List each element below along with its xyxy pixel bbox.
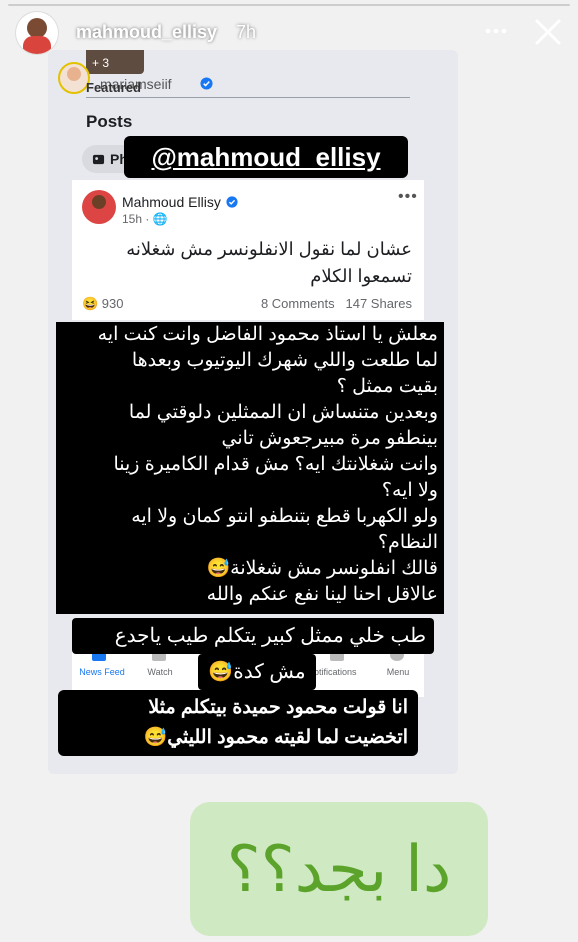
caption-box-2: طب خلي ممثل كبير يتكلم طيب ياجدع (72, 618, 434, 654)
post-reactions[interactable]: 😆 930 (82, 296, 124, 312)
tab-menu[interactable]: Menu (368, 667, 428, 677)
caption-line: اتخضيت لما لقيته محمود الليثي😅 (143, 727, 408, 748)
divider (86, 97, 410, 98)
caption-box-3: مش كدة😅 (198, 654, 316, 690)
photo-icon (92, 154, 105, 165)
mention-text[interactable]: @mahmoud_ellisy (151, 142, 380, 172)
avatar-face (27, 18, 47, 38)
featured-label: Featured (86, 80, 141, 95)
more-options-icon[interactable] (484, 22, 508, 40)
story-username[interactable]: mahmoud_ellisy (76, 22, 217, 43)
post-author-name[interactable]: Mahmoud Ellisy (122, 194, 221, 210)
caption-line: ولا ايه؟ (381, 480, 438, 501)
post-options-icon[interactable]: ••• (398, 188, 418, 206)
story-avatar[interactable] (16, 12, 58, 54)
close-icon[interactable] (532, 16, 564, 48)
caption-line: وانت شغلانتك ايه؟ مش قدام الكاميرة زينا (113, 454, 438, 475)
verified-icon (200, 77, 213, 90)
caption-line: ولو الكهربا قطع بتنطفو انتو كمان ولا ايه (131, 506, 438, 527)
post-timestamp: 15h · 🌐 (122, 212, 168, 226)
caption-text-block: معلش يا استاذ محمود الفاضل وانت كنت ايه … (56, 322, 444, 614)
caption-box-4: انا قولت محمود حميدة بيتكلم مثلا اتخضيت … (58, 690, 418, 756)
caption-line: عالاقل احنا لينا نفع عنكم والله (206, 584, 438, 605)
post-counts[interactable]: 8 Comments 147 Shares (261, 296, 412, 311)
caption-line: بقيت ممثل ؟ (336, 376, 438, 397)
post-shares[interactable]: 147 Shares (346, 296, 413, 311)
post-text: عشان لما نقول الانفلونسر مش شغلانه تسمعو… (126, 239, 412, 286)
caption-line: وبعدين متنساش ان الممثلين دلوقتي لما (128, 402, 438, 423)
caption-line: لما طلعت واللي شهرك اليوتيوب وبعدها (131, 350, 438, 371)
facebook-post: Mahmoud Ellisy 15h · 🌐 ••• عشان لما نقول… (72, 180, 424, 320)
thumbnail-count: + 3 (92, 56, 110, 70)
question-sticker: دا بجد؟؟ (190, 802, 488, 936)
story-timestamp: 7h (236, 22, 257, 42)
story-progress-bar (8, 4, 570, 6)
tab-watch[interactable]: Watch (130, 667, 190, 677)
post-author-avatar[interactable] (82, 190, 116, 224)
caption-line: انا قولت محمود حميدة بيتكلم مثلا (148, 697, 408, 718)
caption-line: بينطفو مرة مبيرجعوش تاني (221, 428, 438, 449)
verified-icon (226, 196, 238, 208)
post-comments[interactable]: 8 Comments (261, 296, 335, 311)
caption-line: قالك انفلونسر مش شغلانة😅 (206, 558, 438, 579)
tab-news-feed[interactable]: News Feed (72, 667, 132, 677)
mention-sticker[interactable]: @mahmoud_ellisy (124, 136, 408, 178)
posts-heading: Posts (86, 112, 133, 131)
avatar-shirt (23, 36, 51, 54)
caption-line: معلش يا استاذ محمود الفاضل وانت كنت ايه (97, 324, 438, 345)
caption-line: النظام؟ (377, 532, 438, 553)
